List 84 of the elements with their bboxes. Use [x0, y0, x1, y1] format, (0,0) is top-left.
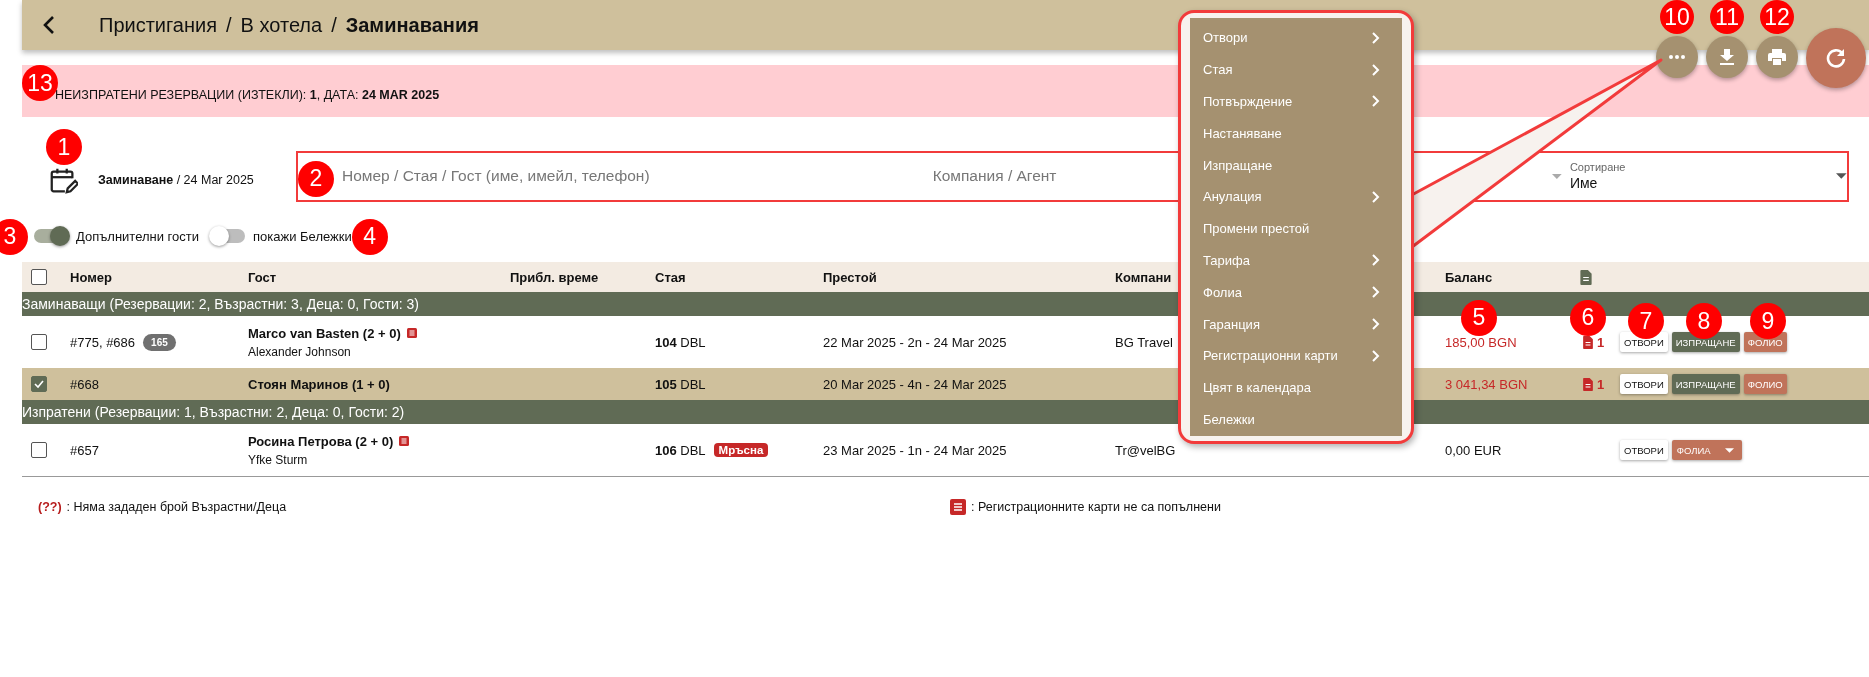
- document-icon: [1583, 377, 1593, 391]
- caret-icon: [1724, 447, 1734, 453]
- callout-marker: 4: [351, 218, 388, 255]
- menu-item[interactable]: Бележки: [1190, 403, 1402, 436]
- banner-text: НЕИЗПРАТЕНИ РЕЗЕРВАЦИИ (ИЗТЕКЛИ): 1, ДАТА: 24 MAR 2025: [55, 88, 440, 102]
- download-icon: [1720, 49, 1734, 65]
- toggle-label: покажи Бележки: [253, 228, 352, 244]
- stay-dates: 22 Mar 2025 - 2n - 24 Mar 2025: [823, 334, 1007, 350]
- additional-guest: Yfke Sturm: [248, 452, 308, 467]
- back-icon[interactable]: [42, 15, 56, 35]
- document-icon: [1583, 335, 1593, 349]
- document-count: 1: [1597, 376, 1605, 392]
- breadcrumb-separator: /: [331, 13, 337, 37]
- date-label: Заминаване / 24 Mar 2025: [98, 173, 254, 187]
- folio-button[interactable]: ФОЛИО: [1743, 374, 1787, 394]
- menu-item[interactable]: Стая: [1190, 53, 1402, 86]
- select-all-checkbox[interactable]: [31, 269, 47, 285]
- sort-select[interactable]: Сортиране Име: [1569, 161, 1837, 191]
- checkout-button[interactable]: ИЗПРАЩАНЕ: [1671, 332, 1740, 352]
- column-header[interactable]: Стая: [655, 269, 686, 285]
- menu-item[interactable]: Тарифа: [1190, 244, 1402, 277]
- breadcrumb-item[interactable]: Пристигания: [99, 13, 218, 37]
- legend-symbol: (??): [38, 500, 62, 514]
- column-header[interactable]: Компани: [1115, 269, 1172, 285]
- registration-card-icon: [950, 499, 966, 515]
- row-checkbox[interactable]: [31, 442, 47, 458]
- toggle-switch[interactable]: [34, 229, 68, 243]
- menu-item[interactable]: Гаранция: [1190, 308, 1402, 340]
- search-field[interactable]: Номер / Стая / Гост (име, имейл, телефон): [340, 166, 885, 186]
- guest-name[interactable]: Стоян Маринов (1 + 0): [248, 376, 390, 392]
- column-header[interactable]: Прибл. време: [510, 269, 599, 285]
- room-status-tag: Мръсна: [713, 443, 769, 457]
- open-button[interactable]: ОТВОРИ: [1620, 374, 1668, 394]
- legend-text: : Регистрационните карти не са попълнени: [971, 500, 1221, 514]
- menu-item[interactable]: Настаняване: [1190, 117, 1402, 150]
- checkout-button[interactable]: ИЗПРАЩАНЕ: [1671, 374, 1740, 394]
- balance-amount: 185,00 BGN: [1445, 334, 1517, 350]
- folio-button[interactable]: ФОЛИА: [1671, 440, 1742, 460]
- guest-name[interactable]: Росина Петрова (2 + 0): [248, 433, 394, 449]
- legend-text: : Няма зададен брой Възрастни/Деца: [66, 500, 287, 514]
- menu-item[interactable]: Анулация: [1190, 181, 1402, 213]
- printer-icon: [1768, 49, 1786, 65]
- menu-item[interactable]: Потвърждение: [1190, 85, 1402, 118]
- open-button[interactable]: ОТВОРИ: [1620, 440, 1668, 460]
- balance-amount: 3 041,34 BGN: [1445, 376, 1528, 392]
- document-count: 1: [1597, 334, 1605, 350]
- additional-guest: Alexander Johnson: [248, 344, 351, 359]
- breadcrumb-item[interactable]: В хотела: [240, 13, 323, 37]
- room-label: 105 DBL: [655, 376, 706, 392]
- row-checkbox[interactable]: [31, 334, 47, 350]
- callout-marker: 3: [0, 218, 28, 255]
- count-badge: 165: [143, 333, 176, 351]
- dropdown-caret-icon[interactable]: [1836, 173, 1847, 179]
- document-icon: [1580, 269, 1592, 285]
- column-header[interactable]: Гост: [248, 269, 277, 285]
- balance-amount: 0,00 EUR: [1445, 442, 1502, 458]
- reservation-number: #668: [70, 376, 99, 392]
- menu-item[interactable]: Фолиа: [1190, 276, 1402, 309]
- group-title: Изпратени (Резервации: 1, Възрастни: 2, Деца: 0, Гости: 2): [22, 404, 405, 420]
- menu-item[interactable]: Промени престой: [1190, 212, 1402, 245]
- toggle-label: Допълнителни гости: [76, 228, 200, 244]
- stay-dates: 20 Mar 2025 - 4n - 24 Mar 2025: [823, 376, 1007, 392]
- more-icon: [1669, 55, 1685, 59]
- column-header[interactable]: Номер: [70, 269, 112, 285]
- group-title: Заминаващи (Резервации: 2, Възрастни: 3, Деца: 0, Гости: 3): [22, 296, 419, 312]
- callout-marker: 2: [298, 160, 334, 197]
- breadcrumb-item: Заминавания: [345, 13, 479, 37]
- row-checkbox[interactable]: [31, 376, 47, 392]
- breadcrumb-separator: /: [226, 13, 232, 37]
- reservation-number: #775, #686: [70, 334, 136, 350]
- guest-name[interactable]: Marco van Basten (2 + 0): [248, 325, 401, 341]
- callout-marker: 1: [46, 129, 82, 165]
- company-name: BG Travel: [1115, 334, 1173, 350]
- refresh-icon: [1826, 48, 1846, 68]
- room-label: 106 DBL: [655, 442, 706, 458]
- room-label: 104 DBL: [655, 334, 706, 350]
- company-name: Tr@velBG: [1115, 442, 1176, 458]
- stay-dates: 23 Mar 2025 - 1n - 24 Mar 2025: [823, 442, 1007, 458]
- menu-item[interactable]: Изпращане: [1190, 149, 1402, 181]
- toggle-switch[interactable]: [211, 229, 246, 243]
- column-header[interactable]: Престой: [823, 269, 877, 285]
- column-header[interactable]: Баланс: [1445, 269, 1493, 285]
- reservation-number: #657: [70, 442, 99, 458]
- menu-item[interactable]: Отвори: [1190, 22, 1402, 54]
